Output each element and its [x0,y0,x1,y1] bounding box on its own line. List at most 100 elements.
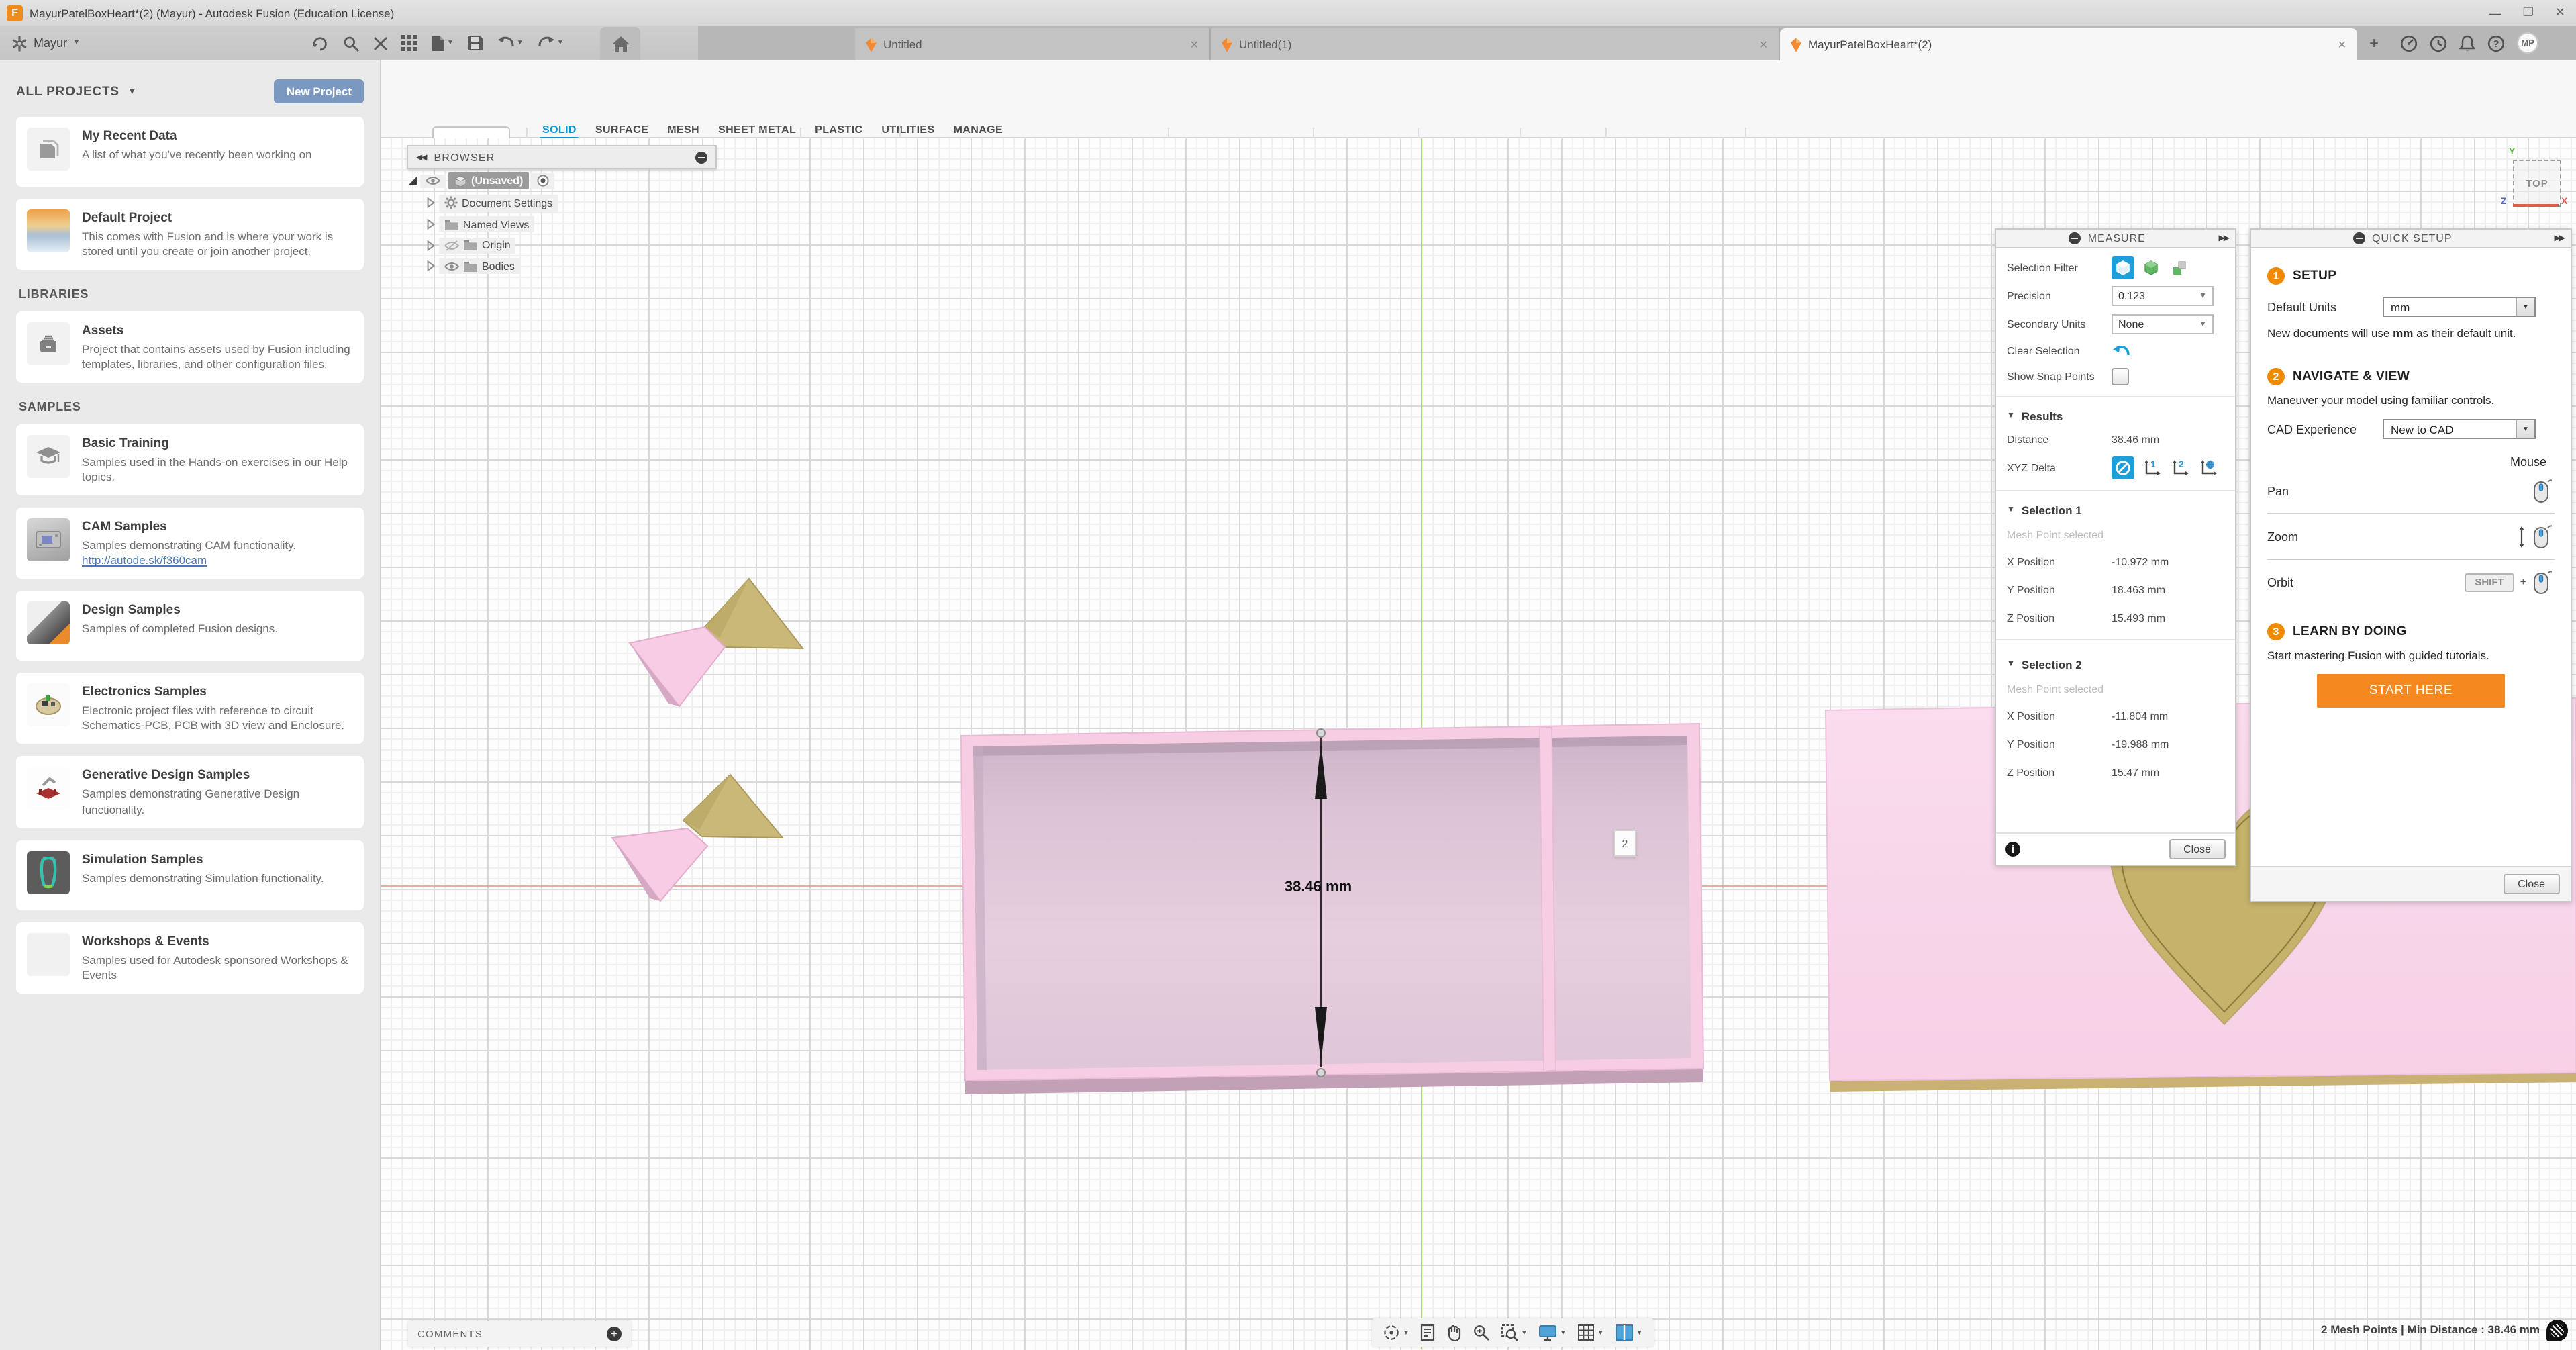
card-simulation-samples[interactable]: Simulation Samples Samples demonstrating… [16,840,364,910]
card-my-recent-data[interactable]: My Recent Data A list of what you've rec… [16,117,364,187]
default-units-dropdown[interactable]: mm ▼ [2383,297,2536,317]
xyz-delta-selection2-button[interactable]: 2 [2168,456,2191,479]
info-icon[interactable]: i [2005,842,2020,857]
grid-snap-button[interactable]: ▼ [1577,1324,1604,1341]
home-tab-button[interactable] [600,27,640,60]
cam-samples-link[interactable]: http://autode.sk/f360cam [82,554,207,567]
visibility-eye-icon[interactable] [420,174,446,187]
doc-tab-active[interactable]: MayurPatelBoxHeart*(2) ✕ [1780,28,2357,60]
user-menu[interactable]: Mayur ▼ [11,26,81,60]
show-snap-points-checkbox[interactable] [2112,368,2129,385]
card-workshops-events[interactable]: Workshops & Events Samples used for Auto… [16,922,364,993]
xyz-delta-world-button[interactable] [2196,456,2219,479]
expand-panel-icon[interactable]: ▶▶ [2555,234,2564,243]
expand-panel-icon[interactable]: ▶▶ [2219,234,2228,243]
expand-icon[interactable] [426,260,436,271]
view-cube[interactable]: TOP [2513,160,2561,207]
browser-item-origin[interactable]: Origin [426,237,558,253]
card-assets[interactable]: Assets Project that contains assets used… [16,311,364,383]
heart-box-tray-body[interactable] [961,724,1703,1094]
browser-item-document-settings[interactable]: Document Settings [426,194,558,211]
undo-button[interactable]: ▼ [497,35,524,51]
save-button[interactable] [467,35,483,51]
mesh-body-bowtie-2[interactable] [612,775,783,901]
tab-solid[interactable]: SOLID [542,124,577,136]
card-basic-training[interactable]: Basic Training Samples used in the Hands… [16,424,364,495]
secondary-units-dropdown[interactable]: None▼ [2112,314,2214,334]
minimize-browser-icon[interactable] [695,151,707,163]
quick-setup-close-button[interactable]: Close [2503,874,2560,894]
card-design-samples[interactable]: Design Samples Samples of completed Fusi… [16,591,364,661]
minimize-panel-icon[interactable] [2069,232,2081,244]
results-section-header[interactable]: ▼ Results [1996,404,2235,428]
browser-root-row[interactable]: (Unsaved) [407,172,558,189]
redo-button[interactable]: ▼ [537,35,564,51]
new-tab-button[interactable]: + [2369,26,2379,60]
search-button[interactable] [342,34,360,52]
tab-sheet-metal[interactable]: SHEET METAL [718,124,796,136]
filter-component-button[interactable] [2168,256,2191,279]
help-icon[interactable]: ? [2487,34,2505,52]
expand-icon[interactable] [426,219,436,230]
selection1-section-header[interactable]: ▼ Selection 1 [1996,498,2235,522]
add-comment-icon[interactable]: + [607,1327,622,1341]
close-document-button[interactable] [373,36,388,50]
tab-mesh[interactable]: MESH [667,124,699,136]
look-at-button[interactable] [1420,1324,1435,1341]
expand-icon[interactable] [426,240,436,250]
tab-manage[interactable]: MANAGE [954,124,1003,136]
card-default-project[interactable]: Default Project This comes with Fusion a… [16,199,364,270]
display-settings-button[interactable]: ▼ [1538,1324,1567,1341]
card-generative-design-samples[interactable]: Generative Design Samples Samples demons… [16,757,364,828]
activate-radio[interactable] [531,173,554,189]
avatar[interactable]: MP [2517,32,2538,54]
expand-icon[interactable] [426,197,436,208]
grid-menu-button[interactable] [401,35,417,51]
cad-experience-dropdown[interactable]: New to CAD ▼ [2383,420,2536,440]
viewports-button[interactable]: ▼ [1615,1324,1643,1341]
comments-bar[interactable]: COMMENTS + [408,1321,631,1347]
close-tab-icon[interactable]: ✕ [2338,38,2346,50]
selection2-section-header[interactable]: ▼ Selection 2 [1996,653,2235,677]
card-electronics-samples[interactable]: Electronics Samples Electronic project f… [16,673,364,744]
root-component[interactable]: (Unsaved) [448,172,528,189]
all-projects-label[interactable]: ALL PROJECTS [16,84,119,99]
xyz-delta-none-button[interactable] [2112,456,2134,479]
tab-utilities[interactable]: UTILITIES [881,124,934,136]
measure-close-button[interactable]: Close [2169,839,2226,859]
close-tab-icon[interactable]: ✕ [1759,38,1768,50]
pan-tool-button[interactable] [1446,1324,1462,1341]
orbit-tool-button[interactable]: ▼ [1383,1324,1409,1341]
job-status-icon[interactable] [2400,34,2418,52]
maximize-icon[interactable]: ❐ [2523,5,2534,20]
clear-selection-undo-icon[interactable] [2112,343,2130,359]
filter-solid-body-button[interactable] [2140,256,2163,279]
sync-button[interactable] [311,34,329,52]
visibility-off-eye-icon[interactable] [444,240,459,250]
card-cam-samples[interactable]: CAM Samples Samples demonstrating CAM fu… [16,508,364,579]
filter-body-button[interactable] [2112,256,2134,279]
tab-plastic[interactable]: PLASTIC [815,124,862,136]
doc-tab-untitled-1[interactable]: Untitled(1) ✕ [1211,28,1780,60]
file-menu-button[interactable]: ▼ [431,34,454,52]
doc-tab-untitled[interactable]: Untitled ✕ [855,28,1211,60]
mesh-body-bowtie-1[interactable] [630,579,803,706]
precision-dropdown[interactable]: 0.123▼ [2112,286,2214,306]
close-tab-icon[interactable]: ✕ [1190,38,1199,50]
browser-item-named-views[interactable]: Named Views [426,216,558,232]
xyz-delta-selection1-button[interactable]: 1 [2140,456,2163,479]
new-project-button[interactable]: New Project [275,79,364,103]
collapse-browser-icon[interactable]: ◀◀ [416,152,426,162]
visibility-eye-icon[interactable] [444,261,459,271]
notifications-bell-icon[interactable] [2459,34,2475,52]
browser-item-bodies[interactable]: Bodies [426,258,558,274]
zoom-tool-button[interactable] [1473,1324,1490,1341]
tab-surface[interactable]: SURFACE [595,124,648,136]
chevron-down-icon[interactable]: ▼ [128,87,137,96]
close-window-icon[interactable]: ✕ [2555,5,2565,20]
minimize-panel-icon[interactable] [2353,232,2365,244]
minimize-icon[interactable]: — [2489,6,2501,19]
start-here-button[interactable]: START HERE [2317,675,2505,708]
view-cube-face-label[interactable]: TOP [2526,177,2548,189]
zoom-window-button[interactable]: ▼ [1501,1324,1528,1341]
